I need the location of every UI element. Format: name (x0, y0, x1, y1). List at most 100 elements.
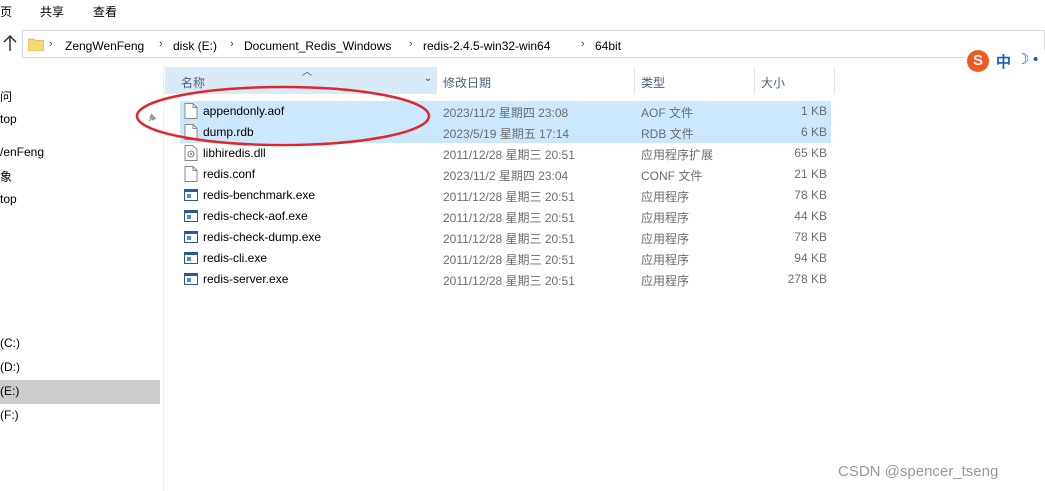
nav-item-desktop[interactable]: top (0, 112, 17, 126)
file-size: 44 KB (794, 209, 827, 223)
file-type: 应用程序扩展 (641, 148, 714, 162)
file-name: appendonly.aof (203, 104, 285, 118)
folder-icon (28, 38, 44, 51)
file-type: 应用程序 (641, 232, 690, 246)
nav-item-drive-c[interactable]: (C:) (0, 336, 20, 350)
file-name: redis-check-dump.exe (203, 230, 322, 244)
column-name-label: 名称 (181, 76, 206, 90)
file-modified-date: 2011/12/28 星期三 20:51 (443, 211, 575, 225)
ribbon-tab-share[interactable]: 共享 (40, 3, 64, 20)
breadcrumb-disk[interactable]: disk (E:) (173, 39, 217, 53)
navigation-pane: 问 top /enFeng 象 top (C:) (D:) (E:) (F:) (0, 62, 162, 491)
file-size: 278 KB (787, 272, 827, 286)
document-icon (184, 103, 198, 119)
ime-toolbar[interactable]: S 中 ☽ • (965, 48, 1045, 74)
file-name: dump.rdb (203, 125, 254, 139)
file-modified-date: 2011/12/28 星期三 20:51 (443, 232, 575, 246)
exe-icon (184, 208, 198, 224)
column-header-name[interactable]: ︿ 名称 ⌄ (165, 67, 437, 94)
file-modified-date: 2011/12/28 星期三 20:51 (443, 253, 575, 267)
file-row[interactable]: appendonly.aof 2023/11/2 星期四 23:08 AOF 文件 1… (180, 101, 831, 122)
up-arrow-icon[interactable] (2, 33, 18, 53)
chevron-right-icon[interactable]: › (409, 38, 413, 50)
chevron-right-icon[interactable]: › (49, 38, 53, 50)
address-bar[interactable]: › ZengWenFeng › disk (E:) › Document_Red… (22, 30, 1045, 58)
file-size: 21 KB (794, 167, 827, 181)
exe-icon (184, 187, 198, 203)
ribbon: 页 共享 查看 (0, 0, 1045, 24)
file-size: 65 KB (794, 146, 827, 160)
file-row[interactable]: redis-cli.exe 2011/12/28 星期三 20:51 应用程序 94 … (180, 248, 831, 269)
file-name: redis.conf (203, 167, 256, 181)
address-row: › ZengWenFeng › disk (E:) › Document_Red… (0, 28, 1045, 62)
file-size: 94 KB (794, 251, 827, 265)
file-row[interactable]: redis-check-dump.exe 2011/12/28 星期三 20:51… (180, 227, 831, 248)
dll-icon (184, 145, 198, 161)
ribbon-tab-home[interactable]: 页 (0, 3, 12, 20)
file-name: redis-cli.exe (203, 251, 268, 265)
file-name: libhiredis.dll (203, 146, 266, 160)
file-type: RDB 文件 (641, 127, 694, 141)
pin-icon (148, 113, 157, 122)
column-header-modified[interactable]: 修改日期 (427, 67, 635, 94)
file-modified-date: 2011/12/28 星期三 20:51 (443, 274, 575, 288)
exe-icon (184, 271, 198, 287)
exe-icon (184, 229, 198, 245)
nav-item-3d-objects[interactable]: 象 (0, 168, 12, 185)
file-size: 6 KB (800, 125, 827, 139)
document-icon (184, 124, 198, 140)
file-modified-date: 2023/11/2 星期四 23:04 (443, 169, 569, 183)
document-icon (184, 166, 198, 182)
ime-mode-chinese[interactable]: 中 (996, 51, 1011, 72)
file-row[interactable]: redis.conf 2023/11/2 星期四 23:04 CONF 文件 21 K… (180, 164, 831, 185)
column-header-type[interactable]: 类型 (625, 67, 755, 94)
moon-icon[interactable]: ☽ (1016, 50, 1029, 68)
chevron-right-icon[interactable]: › (230, 38, 234, 50)
column-header-size[interactable]: 大小 (745, 67, 835, 94)
file-row[interactable]: redis-server.exe 2011/12/28 星期三 20:51 应用程序… (180, 269, 831, 290)
file-modified-date: 2011/12/28 星期三 20:51 (443, 190, 575, 204)
breadcrumb-64bit[interactable]: 64bit (595, 39, 621, 53)
file-row[interactable]: libhiredis.dll 2011/12/28 星期三 20:51 应用程序扩展… (180, 143, 831, 164)
column-size-label: 大小 (761, 76, 786, 90)
punctuation-icon[interactable]: • (1033, 51, 1038, 68)
file-name: redis-server.exe (203, 272, 289, 286)
file-row[interactable]: dump.rdb 2023/5/19 星期五 17:14 RDB 文件 6 KB (180, 122, 831, 143)
file-name: redis-benchmark.exe (203, 188, 316, 202)
exe-icon (184, 250, 198, 266)
pane-divider[interactable] (163, 62, 164, 491)
file-modified-date: 2011/12/28 星期三 20:51 (443, 148, 575, 162)
file-type: CONF 文件 (641, 169, 703, 183)
file-modified-date: 2023/11/2 星期四 23:08 (443, 106, 569, 120)
ribbon-tab-view[interactable]: 查看 (93, 3, 117, 20)
file-size: 78 KB (794, 230, 827, 244)
file-type: 应用程序 (641, 211, 690, 225)
file-type: AOF 文件 (641, 106, 694, 120)
sogou-logo-icon[interactable]: S (967, 50, 989, 72)
column-modified-label: 修改日期 (443, 76, 492, 90)
file-size: 78 KB (794, 188, 827, 202)
file-name: redis-check-aof.exe (203, 209, 308, 223)
watermark: CSDN @spencer_tseng (838, 463, 999, 480)
nav-item-drive-f[interactable]: (F:) (0, 408, 19, 422)
file-row[interactable]: redis-check-aof.exe 2011/12/28 星期三 20:51 应… (180, 206, 831, 227)
column-type-label: 类型 (641, 76, 666, 90)
file-type: 应用程序 (641, 190, 690, 204)
file-modified-date: 2023/5/19 星期五 17:14 (443, 127, 570, 141)
nav-item-desktop-2[interactable]: top (0, 192, 17, 206)
chevron-right-icon[interactable]: › (159, 38, 163, 50)
breadcrumb-user[interactable]: ZengWenFeng (65, 39, 144, 53)
file-row[interactable]: redis-benchmark.exe 2011/12/28 星期三 20:51 应… (180, 185, 831, 206)
file-size: 1 KB (800, 104, 827, 118)
nav-item-quick-access[interactable]: 问 (0, 88, 12, 105)
file-type: 应用程序 (641, 253, 690, 267)
nav-item-user[interactable]: /enFeng (0, 145, 44, 159)
sort-ascending-icon: ︿ (302, 67, 312, 78)
chevron-right-icon[interactable]: › (581, 38, 585, 50)
breadcrumb-redis-version[interactable]: redis-2.4.5-win32-win64 (423, 39, 550, 53)
nav-item-drive-e[interactable]: (E:) (0, 380, 160, 404)
breadcrumb-document-redis[interactable]: Document_Redis_Windows (244, 39, 391, 53)
list-header: ︿ 名称 ⌄ 修改日期 类型 大小 (165, 67, 835, 94)
file-type: 应用程序 (641, 274, 690, 288)
nav-item-drive-d[interactable]: (D:) (0, 360, 20, 374)
